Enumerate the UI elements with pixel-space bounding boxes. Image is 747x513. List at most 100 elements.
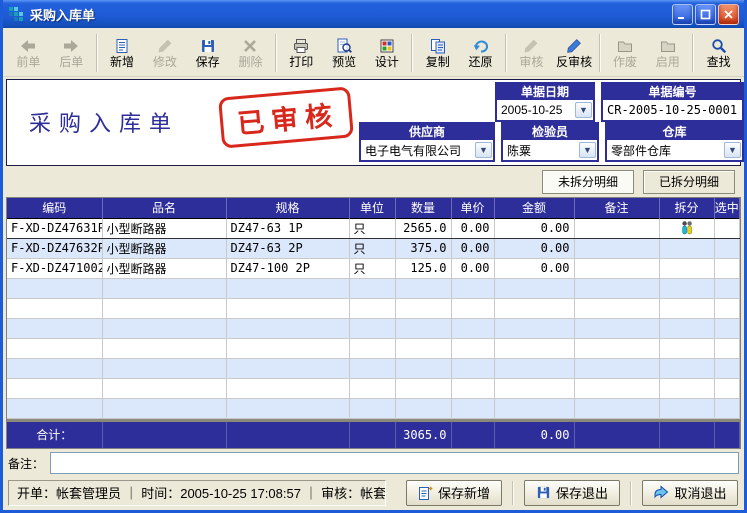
col-selected[interactable]: 选中 (714, 198, 740, 218)
toolbar-separator (505, 34, 507, 72)
find-button[interactable]: 查找 (697, 31, 740, 75)
field-doc-no: 单据编号 CR-2005-10-25-0001 (601, 82, 744, 122)
split-cell[interactable] (659, 218, 714, 238)
copy-button[interactable]: 复制 (416, 31, 459, 75)
copy-icon (430, 38, 446, 54)
preview-icon (336, 38, 352, 54)
total-qty: 3065.0 (395, 420, 451, 448)
field-supplier-label: 供应商 (361, 124, 493, 140)
remark-label: 备注： (8, 455, 44, 472)
pencil-icon (523, 38, 539, 54)
field-doc-date-label: 单据日期 (497, 84, 593, 100)
total-row: 合计： 3065.0 0.00 (7, 419, 740, 449)
edit-button[interactable]: 修改 (143, 31, 186, 75)
total-label: 合计： (7, 420, 102, 448)
audited-stamp: 已审核 (218, 86, 354, 148)
minimize-icon (677, 9, 688, 20)
supplier-dropdown[interactable]: 电子电气有限公司 ▼ (361, 140, 493, 160)
button-separator (512, 481, 514, 505)
doc-date-dropdown[interactable]: 2005-10-25 ▼ (497, 100, 593, 120)
audit-button[interactable]: 审核 (510, 31, 553, 75)
doc-no-value: CR-2005-10-25-0001 (603, 103, 742, 117)
button-separator (630, 481, 632, 505)
bottom-bar: 开单：帐套管理员 ｜ 时间：2005-10-25 17:08:57 ｜ 审核：帐… (6, 477, 741, 510)
prev-doc-button[interactable]: 前单 (7, 31, 50, 75)
status-box: 开单：帐套管理员 ｜ 时间：2005-10-25 17:08:57 ｜ 审核：帐… (8, 480, 386, 506)
pencil-icon (566, 38, 582, 54)
chevron-down-icon[interactable]: ▼ (475, 142, 492, 158)
col-split[interactable]: 拆分 (659, 198, 714, 218)
empty-row[interactable] (7, 278, 740, 298)
col-price[interactable]: 单价 (451, 198, 494, 218)
tab-split-detail[interactable]: 已拆分明细 (643, 170, 735, 194)
col-spec[interactable]: 规格 (226, 198, 349, 218)
print-button[interactable]: 打印 (280, 31, 323, 75)
col-qty[interactable]: 数量 (395, 198, 451, 218)
new-document-plus-icon (418, 485, 433, 501)
floppy-icon (536, 485, 551, 500)
maximize-icon (700, 9, 711, 20)
save-and-exit-button[interactable]: 保存退出 (524, 480, 620, 506)
col-unit[interactable]: 单位 (349, 198, 395, 218)
add-new-button[interactable]: 新增 (101, 31, 144, 75)
empty-row[interactable] (7, 338, 740, 358)
field-inspector: 检验员 陈粟 ▼ (501, 122, 599, 162)
col-name[interactable]: 品名 (102, 198, 226, 218)
field-inspector-label: 检验员 (503, 124, 597, 140)
form-header-panel: 采购入库单 已审核 单据日期 2005-10-25 ▼ 单据编号 CR-2005… (6, 79, 741, 166)
toolbar-separator (692, 34, 694, 72)
doc-date-value: 2005-10-25 (497, 103, 574, 117)
titlebar: 采购入库单 (3, 0, 744, 28)
maximize-button[interactable] (695, 4, 716, 25)
col-note[interactable]: 备注 (574, 198, 659, 218)
enable-button[interactable]: 启用 (646, 31, 689, 75)
table-row[interactable]: F-XD-DZ47632P 小型断路器 DZ47-63 2P 只 375.0 0… (7, 238, 740, 258)
close-button[interactable] (718, 4, 739, 25)
empty-row[interactable] (7, 318, 740, 338)
doc-no-box[interactable]: CR-2005-10-25-0001 (603, 100, 742, 120)
form-title: 采购入库单 (29, 106, 179, 138)
chevron-down-icon[interactable]: ▼ (724, 142, 741, 158)
detail-grid: 编码 品名 规格 单位 数量 单价 金额 备注 拆分 选中 F-XD-DZ476 (6, 197, 741, 449)
next-doc-button[interactable]: 后单 (50, 31, 93, 75)
save-and-new-button[interactable]: 保存新增 (406, 480, 502, 506)
arrow-left-icon (20, 38, 36, 54)
arrow-right-icon (63, 38, 79, 54)
close-icon (723, 9, 734, 20)
status-text: 开单：帐套管理员 ｜ 时间：2005-10-25 17:08:57 ｜ 审核：帐… (17, 483, 386, 502)
void-button[interactable]: 作废 (604, 31, 647, 75)
split-people-icon (680, 220, 694, 236)
delete-button[interactable]: 删除 (229, 31, 272, 75)
restore-button[interactable]: 还原 (459, 31, 502, 75)
empty-row[interactable] (7, 378, 740, 398)
table-header-row: 编码 品名 规格 单位 数量 单价 金额 备注 拆分 选中 (7, 198, 740, 218)
toolbar-separator (599, 34, 601, 72)
chevron-down-icon[interactable]: ▼ (575, 102, 592, 118)
save-button[interactable]: 保存 (186, 31, 229, 75)
empty-row[interactable] (7, 358, 740, 378)
toolbar-separator (275, 34, 277, 72)
toolbar: 前单 后单 新增 修改 保存 删除 打印 预览 (3, 28, 744, 77)
supplier-value: 电子电气有限公司 (361, 142, 474, 159)
preview-button[interactable]: 预览 (323, 31, 366, 75)
folder-icon (660, 38, 676, 54)
field-doc-no-label: 单据编号 (603, 84, 742, 100)
warehouse-dropdown[interactable]: 零部件仓库 ▼ (607, 140, 742, 160)
table-row[interactable]: F-XD-DZ471002P 小型断路器 DZ47-100 2P 只 125.0… (7, 258, 740, 278)
unaudit-button[interactable]: 反审核 (553, 31, 596, 75)
table-row[interactable]: F-XD-DZ47631P 小型断路器 DZ47-63 1P 只 2565.0 … (7, 218, 740, 238)
empty-row[interactable] (7, 298, 740, 318)
col-amount[interactable]: 金额 (494, 198, 574, 218)
chevron-down-icon[interactable]: ▼ (579, 142, 596, 158)
field-warehouse: 仓库 零部件仓库 ▼ (605, 122, 744, 162)
tab-unsplit-detail[interactable]: 未拆分明细 (542, 170, 634, 194)
inspector-dropdown[interactable]: 陈粟 ▼ (503, 140, 597, 160)
detail-table: 编码 品名 规格 单位 数量 单价 金额 备注 拆分 选中 F-XD-DZ476 (7, 198, 740, 419)
design-button[interactable]: 设计 (366, 31, 409, 75)
cancel-and-exit-button[interactable]: 取消退出 (642, 480, 738, 506)
minimize-button[interactable] (672, 4, 693, 25)
empty-row[interactable] (7, 398, 740, 418)
col-code[interactable]: 编码 (7, 198, 102, 218)
remark-input[interactable] (50, 452, 739, 474)
search-icon (711, 38, 727, 54)
